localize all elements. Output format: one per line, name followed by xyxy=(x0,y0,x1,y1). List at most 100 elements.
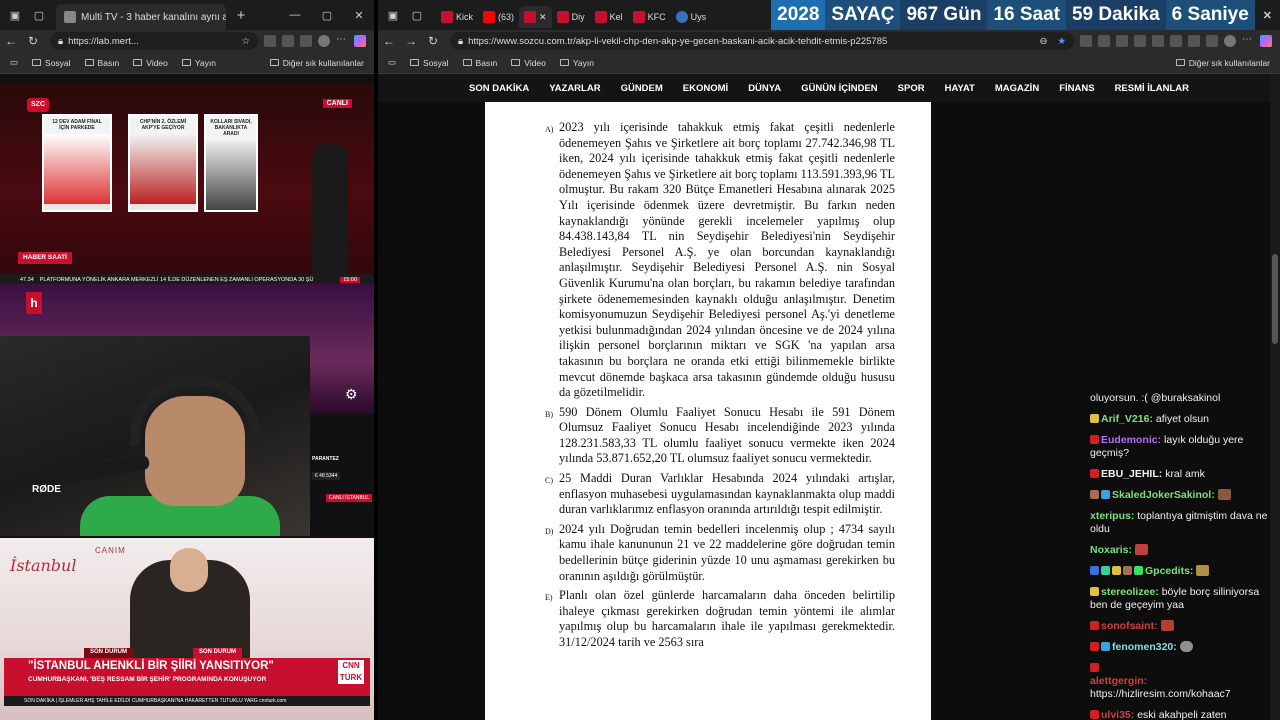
zoom-icon[interactable]: ⊖ xyxy=(1040,36,1048,47)
tab-kel[interactable]: Kel xyxy=(590,6,628,28)
item-text: 590 Dönem Olumlu Faaliyet Sonucu Hesabı … xyxy=(559,404,895,466)
nav-gunun-icinden[interactable]: GÜNÜN İÇİNDEN xyxy=(801,83,878,94)
bookmark-yayin[interactable]: Yayın xyxy=(559,58,594,68)
bookmarks-icon[interactable]: ▭ xyxy=(388,57,396,68)
document-item: D) 2024 yılı Doğrudan temin bedelleri inc… xyxy=(545,522,895,584)
tab-active[interactable]: ✕ xyxy=(519,6,552,28)
gear-icon[interactable]: ⚙ xyxy=(345,386,358,403)
bookmark-other[interactable]: Diğer sık kullanılanlar xyxy=(269,58,374,68)
close-icon[interactable]: ✕ xyxy=(539,12,547,23)
panel-title: KOLLARI SIVADI, BAKANLIKTA ARADI xyxy=(206,116,256,140)
bookmarks-icon[interactable]: ▭ xyxy=(10,57,18,68)
chat-text[interactable]: https://hizliresim.com/kohaac7 xyxy=(1090,688,1231,700)
favorite-icon[interactable]: ☆ xyxy=(241,36,250,47)
chat-text: oluyorsun. :( @buraksakinol xyxy=(1090,392,1221,404)
url-input[interactable]: 🔒︎ https://lab.mert... ☆ xyxy=(50,32,258,50)
extension-icon[interactable] xyxy=(264,35,276,47)
badge-icon xyxy=(1101,642,1110,651)
favorite-icon[interactable]: ★ xyxy=(1057,36,1066,47)
headline: "İSTANBUL AHENKLİ BİR ŞİİRİ YANSITIYOR" xyxy=(28,660,274,672)
folder-icon xyxy=(269,59,279,66)
extension-icon[interactable] xyxy=(1116,35,1128,47)
more-icon[interactable]: ⋯ xyxy=(1242,35,1254,47)
item-text: 2023 yılı içerisinde tahakkuk etmiş faka… xyxy=(559,120,895,400)
scrollbar-thumb[interactable] xyxy=(1272,254,1278,344)
shield-icon[interactable] xyxy=(1188,35,1200,47)
chat-message: ulvi35: eski akahpeli zaten xyxy=(1090,709,1270,720)
webcam-stream[interactable]: RØDE xyxy=(0,336,310,536)
nav-gundem[interactable]: GÜNDEM xyxy=(621,83,663,94)
tab-actions-icon[interactable]: ▢ xyxy=(408,6,426,24)
copilot-icon[interactable] xyxy=(354,35,366,47)
close-window-icon[interactable]: ✕ xyxy=(350,6,368,24)
url-input[interactable]: 🔒︎ https://www.sozcu.com.tr/akp-li-vekil… xyxy=(450,32,1074,50)
bookmark-video[interactable]: Video xyxy=(511,58,546,68)
badge-icon xyxy=(1090,587,1099,596)
page-scrollbar[interactable] xyxy=(1270,74,1280,720)
tab-kick[interactable]: Kick xyxy=(436,6,478,28)
bookmark-video[interactable]: Video xyxy=(133,58,168,68)
back-icon[interactable]: ← xyxy=(378,34,400,48)
extension-icon[interactable] xyxy=(1098,35,1110,47)
folder-icon xyxy=(181,59,191,66)
chat-message: Eudemonic: layık olduğu yere geçmiş? xyxy=(1090,434,1270,460)
chat-user: stereolizee: xyxy=(1101,586,1159,598)
bookmark-yayin[interactable]: Yayın xyxy=(181,58,216,68)
badge-icon xyxy=(1123,566,1132,575)
folder-icon xyxy=(410,59,420,66)
refresh-icon[interactable]: ↻ xyxy=(422,34,444,48)
download-icon[interactable] xyxy=(1206,35,1218,47)
nav-ekonomi[interactable]: EKONOMİ xyxy=(683,83,728,94)
favorites-icon[interactable] xyxy=(1152,35,1164,47)
mic-brand: RØDE xyxy=(32,484,61,495)
nav-finans[interactable]: FİNANS xyxy=(1059,83,1094,94)
nav-dunya[interactable]: DÜNYA xyxy=(748,83,781,94)
chat-message: oluyorsun. :( @buraksakinol xyxy=(1090,392,1270,405)
more-icon[interactable]: ⋯ xyxy=(336,35,348,47)
extension-icon[interactable] xyxy=(300,35,312,47)
badge-icon xyxy=(1112,566,1121,575)
bookmark-sosyal[interactable]: Sosyal xyxy=(410,58,449,68)
chat-message: alettgergin: https://hizliresim.com/koha… xyxy=(1090,662,1270,701)
live-badge: CANLI xyxy=(322,99,352,108)
extension-icon[interactable] xyxy=(1134,35,1146,47)
nav-magazin[interactable]: MAGAZİN xyxy=(995,83,1039,94)
extension-icon[interactable] xyxy=(1080,35,1092,47)
avatar[interactable] xyxy=(318,35,330,47)
tab-diy[interactable]: Diy xyxy=(552,6,590,28)
nav-yazarlar[interactable]: YAZARLAR xyxy=(549,83,600,94)
cnn-turk-stream[interactable]: CANIM İstanbul SON DURUM SON DURUM "İSTA… xyxy=(0,538,374,720)
nav-son-dakika[interactable]: SON DAKİKA xyxy=(469,83,529,94)
refresh-icon[interactable]: ↻ xyxy=(22,34,44,48)
tab-title: Multi TV - 3 haber kanalını aynı a xyxy=(81,11,226,23)
headphones xyxy=(130,376,260,446)
forward-icon[interactable]: → xyxy=(400,34,422,48)
profile-icon[interactable]: ▣ xyxy=(384,6,402,24)
minimize-icon[interactable]: — xyxy=(286,6,304,24)
bookmark-basin[interactable]: Basın xyxy=(84,58,119,68)
tab-multitv[interactable]: Multi TV - 3 haber kanalını aynı a ✕ xyxy=(56,4,226,30)
bookmark-other[interactable]: Diğer sık kullanılanlar xyxy=(1175,58,1280,68)
avatar[interactable] xyxy=(1224,35,1236,47)
tab-kfc[interactable]: KFC xyxy=(628,6,671,28)
close-window-icon[interactable]: ✕ xyxy=(1263,9,1272,22)
bookmark-basin[interactable]: Basın xyxy=(462,58,497,68)
collections-icon[interactable] xyxy=(1170,35,1182,47)
presenter xyxy=(312,144,348,274)
back-icon[interactable]: ← xyxy=(0,34,22,48)
tab-youtube[interactable]: (63) xyxy=(478,6,519,28)
tab-uys[interactable]: Uys xyxy=(671,6,712,28)
extension-icon[interactable] xyxy=(282,35,294,47)
badge-icon xyxy=(1134,566,1143,575)
nav-hayat[interactable]: HAYAT xyxy=(945,83,975,94)
copilot-icon[interactable] xyxy=(1260,35,1272,47)
nav-resmi-ilanlar[interactable]: RESMİ İLANLAR xyxy=(1115,83,1189,94)
event-logo: CANIM xyxy=(95,546,126,555)
profile-icon[interactable]: ▣ xyxy=(6,6,24,24)
new-tab-icon[interactable]: + xyxy=(232,6,250,24)
maximize-icon[interactable]: ▢ xyxy=(318,6,336,24)
nav-spor[interactable]: SPOR xyxy=(898,83,925,94)
document-image: A) 2023 yılı içerisinde tahakkuk etmiş fa… xyxy=(485,102,931,720)
bookmark-sosyal[interactable]: Sosyal xyxy=(32,58,71,68)
tab-actions-icon[interactable]: ▢ xyxy=(30,6,48,24)
